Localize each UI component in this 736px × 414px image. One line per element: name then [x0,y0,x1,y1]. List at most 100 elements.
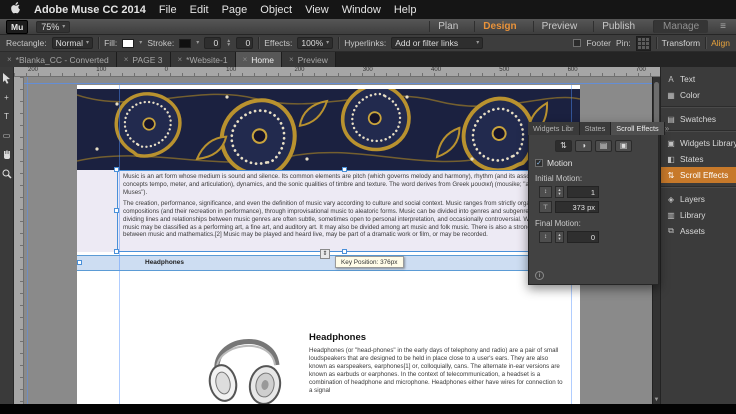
vertical-direction-toggle[interactable]: ↕ [539,231,552,243]
menu-view[interactable]: View [305,4,329,16]
initial-motion-value-field[interactable]: 1 [567,186,599,198]
effects-label: Effects: [264,38,292,48]
nav-preview-button[interactable]: Preview [533,21,586,32]
selection-handle[interactable] [114,208,119,213]
menu-help[interactable]: Help [394,4,417,16]
close-icon[interactable]: × [243,55,248,64]
apple-menu-icon[interactable] [10,2,21,17]
fill-swatch[interactable] [122,39,134,48]
panel-info-icon[interactable]: i [535,271,544,280]
menu-page[interactable]: Page [222,4,248,16]
doc-tab-website1[interactable]: ×*Website-1 [171,52,236,67]
close-icon[interactable]: × [289,55,294,64]
panel-tab-widgets-library[interactable]: Widgets Libr [528,122,580,135]
close-icon[interactable]: × [178,55,183,64]
crop-tool-icon[interactable]: + [1,92,13,103]
stepper-icon[interactable]: ▴▾ [555,231,564,243]
doc-tab-home[interactable]: ×Home [236,52,282,67]
nav-manage-button[interactable]: Manage [653,20,708,33]
panel-tab-states[interactable]: States [580,122,612,135]
final-motion-value-field[interactable]: 0 [567,231,599,243]
slideshow-effect-icon[interactable]: ▤ [595,140,612,152]
chevron-down-icon[interactable]: ▾ [196,40,199,46]
stroke-swatch[interactable] [179,39,191,48]
menu-object[interactable]: Object [260,4,292,16]
nav-design-button[interactable]: Design [474,21,524,32]
text-icon: A [666,75,676,84]
key-position-icon: ⊤ [539,201,552,213]
ruler-vertical[interactable] [14,77,24,404]
margin-guide[interactable] [119,85,120,404]
tool-strip: + T ▭ [0,67,14,404]
hand-tool-icon[interactable] [1,149,13,160]
zoom-tool-icon[interactable] [1,168,13,179]
app-menu[interactable]: Adobe Muse CC 2014 [34,4,146,16]
close-icon[interactable]: × [124,55,129,64]
selection-handle[interactable] [342,167,347,172]
rectangle-tool-icon[interactable]: ▭ [1,130,13,141]
close-icon[interactable]: × [7,55,12,64]
text-tool-icon[interactable]: T [1,111,13,122]
bottom-bar [0,404,736,414]
key-position-handle-icon[interactable]: ⇕ [320,249,330,259]
sidebar-item-widgets-library[interactable]: ▣Widgets Library [661,135,736,151]
selection-handle[interactable] [77,260,82,265]
doc-tab-blanka[interactable]: ×*Blanka_CC - Converted [0,52,117,67]
hyperlinks-label: Hyperlinks: [344,38,386,48]
header-ornament-image[interactable] [77,89,580,170]
panel-tab-scroll-effects[interactable]: Scroll Effects [611,122,664,135]
menu-window[interactable]: Window [342,4,381,16]
footer-checkbox[interactable] [573,39,581,47]
opacity-effect-icon[interactable]: ◑ [575,140,592,152]
sidebar-item-layers[interactable]: ◈Layers [661,191,736,207]
transform-button[interactable]: Transform [662,38,700,48]
motion-checkbox[interactable]: ✓ [535,159,543,167]
control-bar: Rectangle: Normal▾ Fill: ▾ Stroke: ▾ 0 ▲… [0,35,736,52]
opacity-dropdown[interactable]: 100%▾ [297,37,333,49]
stepper-icon[interactable]: ▴▾ [555,186,564,198]
align-button[interactable]: Align [711,38,730,48]
page-home[interactable]: Music is an art form whose medium is sou… [77,85,580,404]
chevron-down-icon[interactable]: ▾ [139,40,142,46]
guide-line[interactable] [24,83,660,84]
vertical-direction-toggle[interactable]: ↕ [539,186,552,198]
panel-overflow-icon[interactable]: » [665,122,672,135]
selection-handle[interactable] [342,249,347,254]
sidebar-item-library[interactable]: ▥Library [661,207,736,223]
workspace-menu-icon[interactable]: ≡ [716,21,730,32]
corner-radius-field[interactable]: 0 [236,37,253,49]
ruler-horizontal[interactable]: 2001000100200300400500600700 [14,67,660,77]
selection-handle[interactable] [114,167,119,172]
nav-publish-button[interactable]: Publish [593,21,643,32]
sidebar-item-scroll-effects[interactable]: ⇅Scroll Effects [661,167,736,183]
key-position-field[interactable]: 373 px [555,201,599,213]
sidebar-item-text[interactable]: AText [661,71,736,87]
selection-tool-icon[interactable] [1,73,13,84]
sidebar-item-color[interactable]: ▦Color [661,87,736,103]
music-text-block[interactable]: Music is an art form whose medium is sou… [77,170,580,252]
hyperlinks-dropdown[interactable]: Add or filter links▾ [391,37,483,49]
library-icon: ▥ [666,211,676,220]
guide-line[interactable] [27,77,28,404]
fixed-effect-icon[interactable]: ▣ [615,140,632,152]
key-position-tooltip: Key Position: 376px [335,256,404,268]
sidebar-item-swatches[interactable]: ▤Swatches [661,111,736,127]
menu-file[interactable]: File [159,4,177,16]
stroke-weight-stepper[interactable]: ▲▼ [226,39,231,47]
zoom-dropdown[interactable]: 75%▾ [36,21,70,33]
sidebar-item-assets[interactable]: ⧉Assets [661,223,736,239]
state-dropdown[interactable]: Normal▾ [52,37,93,49]
doc-tab-preview[interactable]: ×Preview [282,52,336,67]
sidebar-item-states[interactable]: ◧States [661,151,736,167]
doc-tab-page3[interactable]: ×PAGE 3 [117,52,171,67]
mac-menubar: Adobe Muse CC 2014 File Edit Page Object… [0,0,736,19]
pin-grid[interactable] [636,36,651,51]
chevron-down-icon: ▾ [86,40,89,46]
nav-plan-button[interactable]: Plan [429,21,466,32]
motion-effect-icon[interactable]: ⇅ [555,140,572,152]
menu-edit[interactable]: Edit [190,4,209,16]
headphones-sketch-image[interactable] [203,321,288,404]
scrollbar-down-icon[interactable]: ▼ [653,396,660,404]
selection-handle[interactable] [114,249,119,254]
stroke-weight-field[interactable]: 0 [204,37,221,49]
